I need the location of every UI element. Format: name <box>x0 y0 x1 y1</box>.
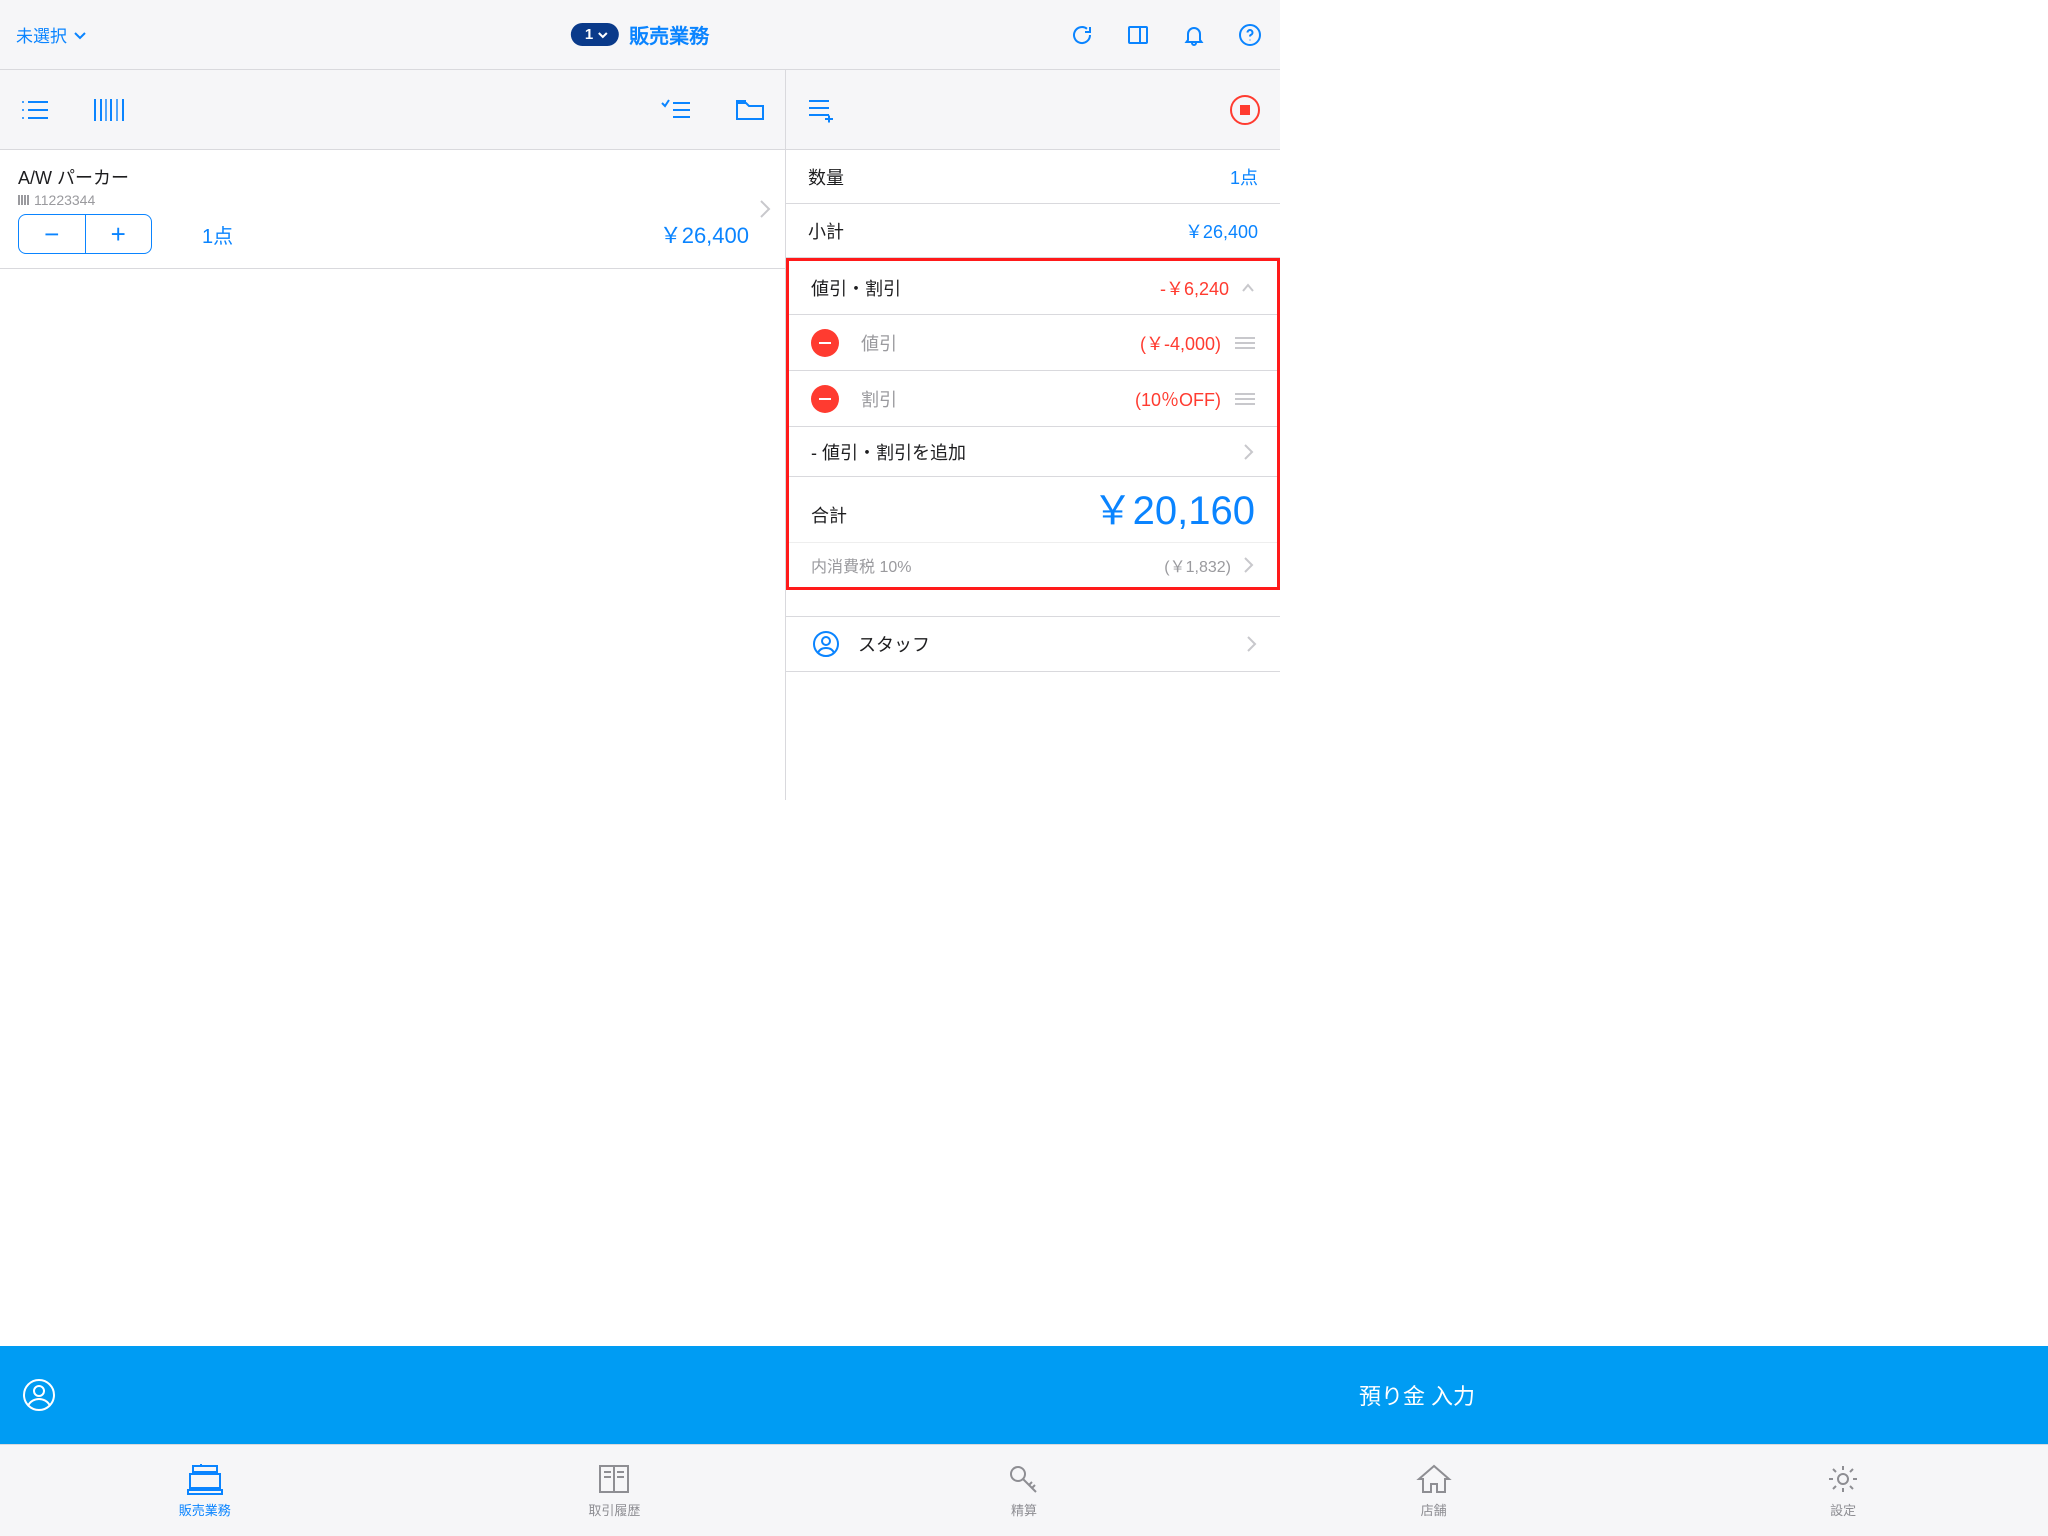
chevron-down-icon <box>73 28 87 42</box>
tax-row[interactable]: 内消費税 10% (￥1,832) <box>789 543 1277 587</box>
plus-button[interactable]: + <box>86 215 152 253</box>
pill-count: 1 <box>585 26 593 43</box>
split-view-icon <box>1126 23 1150 47</box>
discount-line-label: 割引 <box>861 386 897 412</box>
tab-label: 精算 <box>1011 1500 1037 1519</box>
subtotal-row: 小計 ￥26,400 <box>786 204 1280 258</box>
chevron-right-icon <box>759 199 771 219</box>
checklist-button[interactable] <box>659 96 693 124</box>
barcode-icon <box>93 97 125 123</box>
checklist-icon <box>661 98 691 122</box>
tab-sales[interactable]: 販売業務 <box>0 1445 410 1536</box>
split-view-button[interactable] <box>1124 21 1152 49</box>
key-icon <box>1004 1462 1044 1496</box>
line-item[interactable]: A/W パーカー 11223344 − + 1点 ￥26,400 <box>0 150 785 269</box>
help-button[interactable] <box>1236 21 1264 49</box>
remove-discount-button[interactable] <box>811 385 839 413</box>
item-name: A/W パーカー <box>18 164 749 190</box>
tax-label: 内消費税 10% <box>811 553 911 577</box>
discount-line[interactable]: 割引 (10％OFF) <box>789 371 1277 427</box>
chevron-up-icon <box>1241 281 1255 295</box>
barcode-small-icon <box>18 194 30 206</box>
deposit-button[interactable]: 預り金 入力 <box>786 1346 2048 1444</box>
item-qty: 1点 <box>202 220 233 249</box>
book-icon <box>594 1462 634 1496</box>
total-value: ￥20,160 <box>1093 478 1255 536</box>
barcode-button[interactable] <box>92 96 126 124</box>
staff-row[interactable]: スタッフ <box>786 616 1280 672</box>
account-bar[interactable] <box>0 1346 786 1444</box>
discount-line-amount: (10％OFF) <box>1135 386 1221 412</box>
title-group[interactable]: 1 販売業務 <box>571 20 709 49</box>
person-icon <box>813 631 839 657</box>
chevron-right-icon <box>1246 635 1258 653</box>
stop-icon <box>1240 105 1250 115</box>
customer-selector[interactable]: 未選択 <box>16 22 87 47</box>
staff-label: スタッフ <box>858 631 930 657</box>
add-discount-row[interactable]: - 値引・割引を追加 <box>789 427 1277 477</box>
discount-line-amount: (￥-4,000) <box>1140 330 1221 356</box>
folder-button[interactable] <box>733 96 767 124</box>
qty-value: 1点 <box>1230 164 1258 190</box>
subtotal-label: 小計 <box>808 218 844 244</box>
total-row: 合計 ￥20,160 <box>789 477 1277 543</box>
quantity-stepper[interactable]: − + <box>18 214 152 254</box>
person-circle-icon <box>22 1378 56 1412</box>
list-add-icon <box>807 97 833 123</box>
tab-settlement[interactable]: 精算 <box>819 1445 1229 1536</box>
transaction-count-pill[interactable]: 1 <box>571 23 619 46</box>
list-view-button[interactable] <box>18 96 52 124</box>
drag-handle[interactable] <box>1235 337 1255 349</box>
minus-button[interactable]: − <box>19 215 86 253</box>
chevron-down-icon <box>597 29 609 41</box>
bell-icon <box>1182 23 1206 47</box>
qty-row: 数量 1点 <box>786 150 1280 204</box>
discount-line[interactable]: 値引 (￥-4,000) <box>789 315 1277 371</box>
qty-label: 数量 <box>808 164 844 190</box>
tab-label: 店舗 <box>1421 1500 1447 1519</box>
remove-discount-button[interactable] <box>811 329 839 357</box>
add-list-button[interactable] <box>806 96 834 124</box>
notifications-button[interactable] <box>1180 21 1208 49</box>
help-icon <box>1238 23 1262 47</box>
tax-value: (￥1,832) <box>1164 553 1231 577</box>
tab-label: 取引履歴 <box>588 1500 640 1519</box>
gear-icon <box>1823 1462 1863 1496</box>
discount-label: 値引・割引 <box>811 275 901 301</box>
item-price: ￥26,400 <box>660 218 749 250</box>
chevron-right-icon <box>1243 556 1255 574</box>
discount-line-label: 値引 <box>861 330 897 356</box>
stop-button[interactable] <box>1230 95 1260 125</box>
discount-summary-row[interactable]: 値引・割引 -￥6,240 <box>789 261 1277 315</box>
discount-value: -￥6,240 <box>1160 275 1229 301</box>
list-icon <box>20 97 50 123</box>
refresh-button[interactable] <box>1068 21 1096 49</box>
folder-icon <box>735 97 765 123</box>
register-icon <box>185 1462 225 1496</box>
refresh-icon <box>1070 23 1094 47</box>
tab-history[interactable]: 取引履歴 <box>410 1445 820 1536</box>
item-code: 11223344 <box>18 192 749 208</box>
discount-highlight: 値引・割引 -￥6,240 値引 (￥-4,000) 割引 (10％OFF) -… <box>786 258 1280 590</box>
customer-label: 未選択 <box>16 22 67 47</box>
tab-label: 販売業務 <box>179 1500 231 1519</box>
tab-store[interactable]: 店舗 <box>1229 1445 1639 1536</box>
tab-settings[interactable]: 設定 <box>1638 1445 2048 1536</box>
drag-handle[interactable] <box>1235 393 1255 405</box>
page-title: 販売業務 <box>629 20 709 49</box>
chevron-right-icon <box>1243 443 1255 461</box>
add-discount-label: - 値引・割引を追加 <box>811 439 966 465</box>
tab-label: 設定 <box>1830 1500 1856 1519</box>
total-label: 合計 <box>811 502 847 536</box>
deposit-label: 預り金 入力 <box>1359 1379 1475 1411</box>
home-icon <box>1414 1462 1454 1496</box>
subtotal-value: ￥26,400 <box>1185 218 1258 244</box>
